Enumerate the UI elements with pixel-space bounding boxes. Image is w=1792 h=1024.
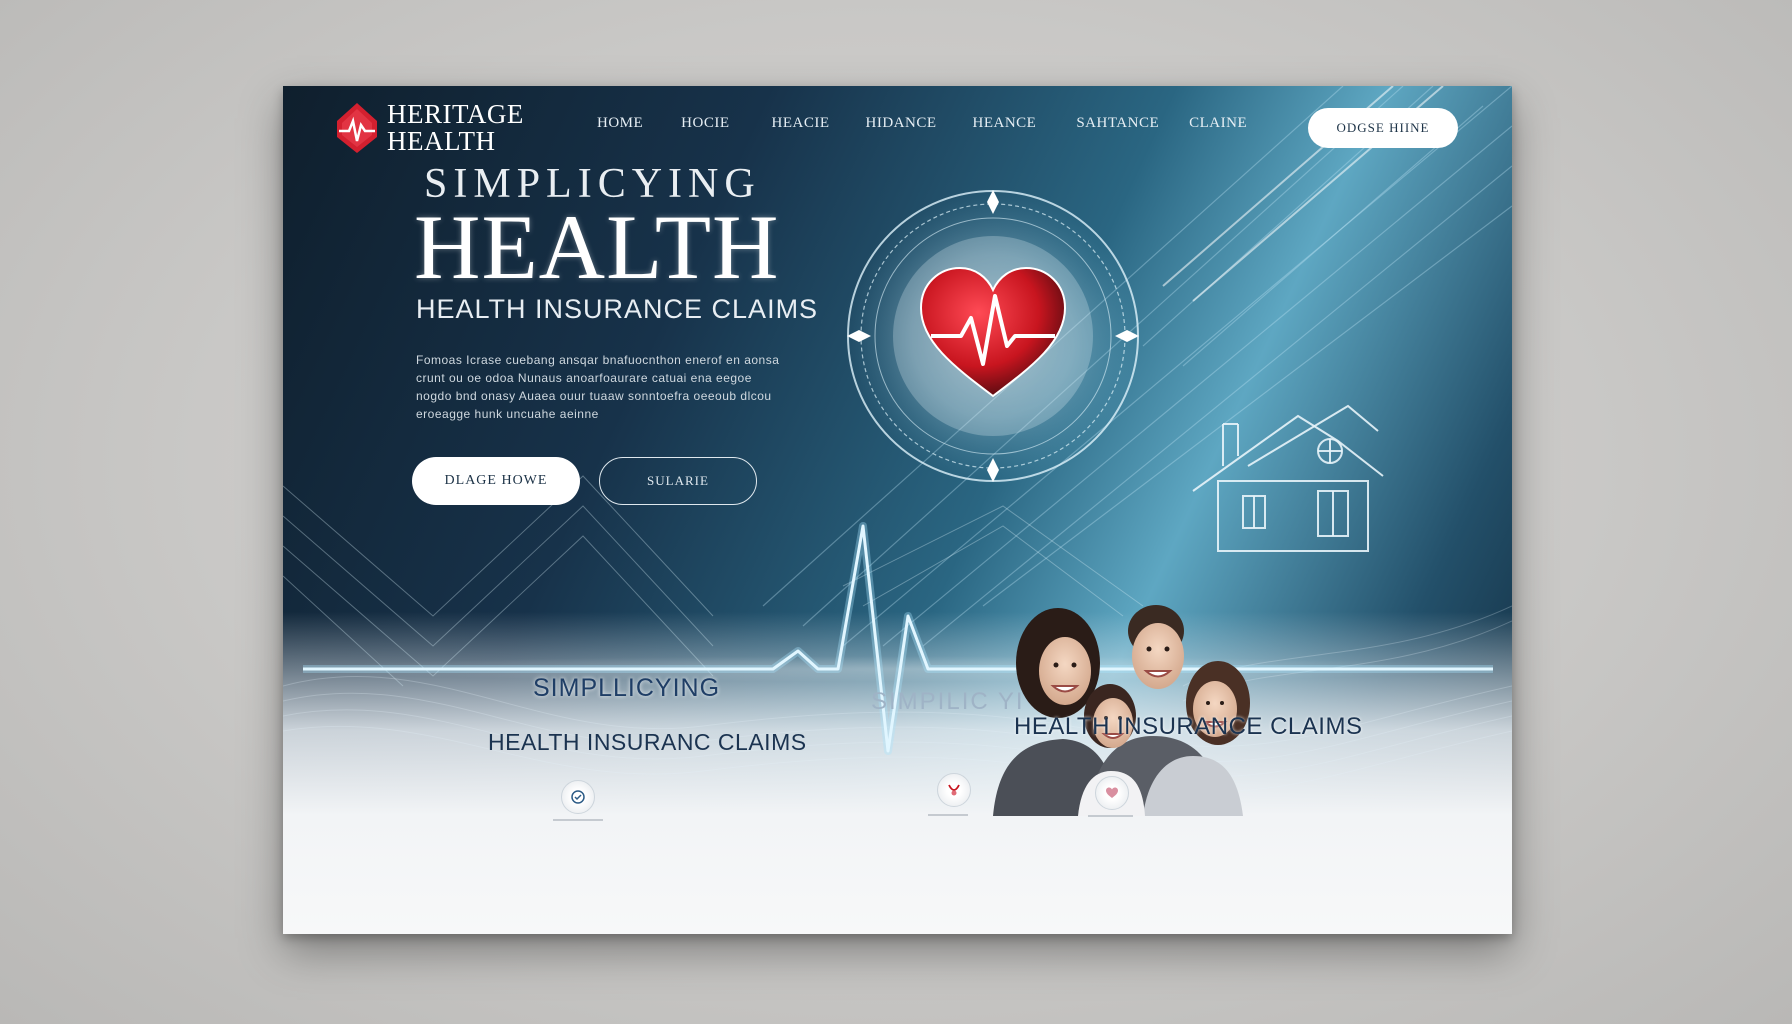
nav-item-sahtance[interactable]: SAHTANCE — [1076, 115, 1159, 132]
brand-name-line1: HERITAGE — [387, 99, 524, 129]
lower-claims-left: HEALTH INSURANC CLAIMS — [488, 729, 807, 755]
heart-pulse-icon — [337, 103, 377, 153]
lower-claims-right: HEALTH INSURANCE CLAIMS — [1014, 713, 1363, 740]
primary-cta-button[interactable]: DLAGE HOWE — [412, 457, 580, 505]
hero-body-text: Fomoas Icrase cuebang ansqar bnafuocntho… — [416, 353, 780, 421]
nav-item-hidance[interactable]: HIDANCE — [866, 115, 937, 132]
brand-name: HERITAGE HEALTH — [387, 101, 524, 155]
lower-kicker-faded: SIMPILIC YI — [871, 688, 1025, 715]
nav-item-heance[interactable]: HEANCE — [973, 115, 1037, 132]
landing-page: HERITAGE HEALTH HOME HOCIE HEACIE HIDANC… — [283, 86, 1512, 934]
feature-caption-3 — [1088, 815, 1133, 817]
nav-item-heacie[interactable]: HEACIE — [772, 115, 830, 132]
feature-caption-1 — [553, 819, 603, 821]
stethoscope-icon[interactable] — [937, 773, 971, 807]
care-icon[interactable] — [1095, 776, 1129, 810]
nav-item-hocie[interactable]: HOCIE — [681, 115, 729, 132]
feature-caption-2 — [928, 814, 968, 816]
header-cta-button[interactable]: ODGSE HIINE — [1308, 108, 1458, 148]
brand-name-line2: HEALTH — [387, 126, 496, 156]
main-nav: HOME HOCIE HEACIE HIDANCE HEANCE SAHTANC… — [597, 115, 1285, 132]
shield-icon[interactable] — [561, 780, 595, 814]
nav-item-claine[interactable]: CLAINE — [1189, 115, 1247, 132]
secondary-cta-button[interactable]: SULARIE — [599, 457, 757, 505]
hero-title: HEALTH — [414, 196, 780, 298]
house-icon — [1192, 404, 1384, 552]
emblem-heart-icon — [845, 188, 1141, 484]
lower-kicker: SIMPLLICYING — [533, 674, 721, 702]
brand-logo[interactable]: HERITAGE HEALTH — [335, 96, 524, 160]
hero-subtitle: HEALTH INSURANCE CLAIMS — [416, 294, 819, 324]
family-photo — [993, 605, 1250, 816]
nav-item-home[interactable]: HOME — [597, 115, 643, 132]
